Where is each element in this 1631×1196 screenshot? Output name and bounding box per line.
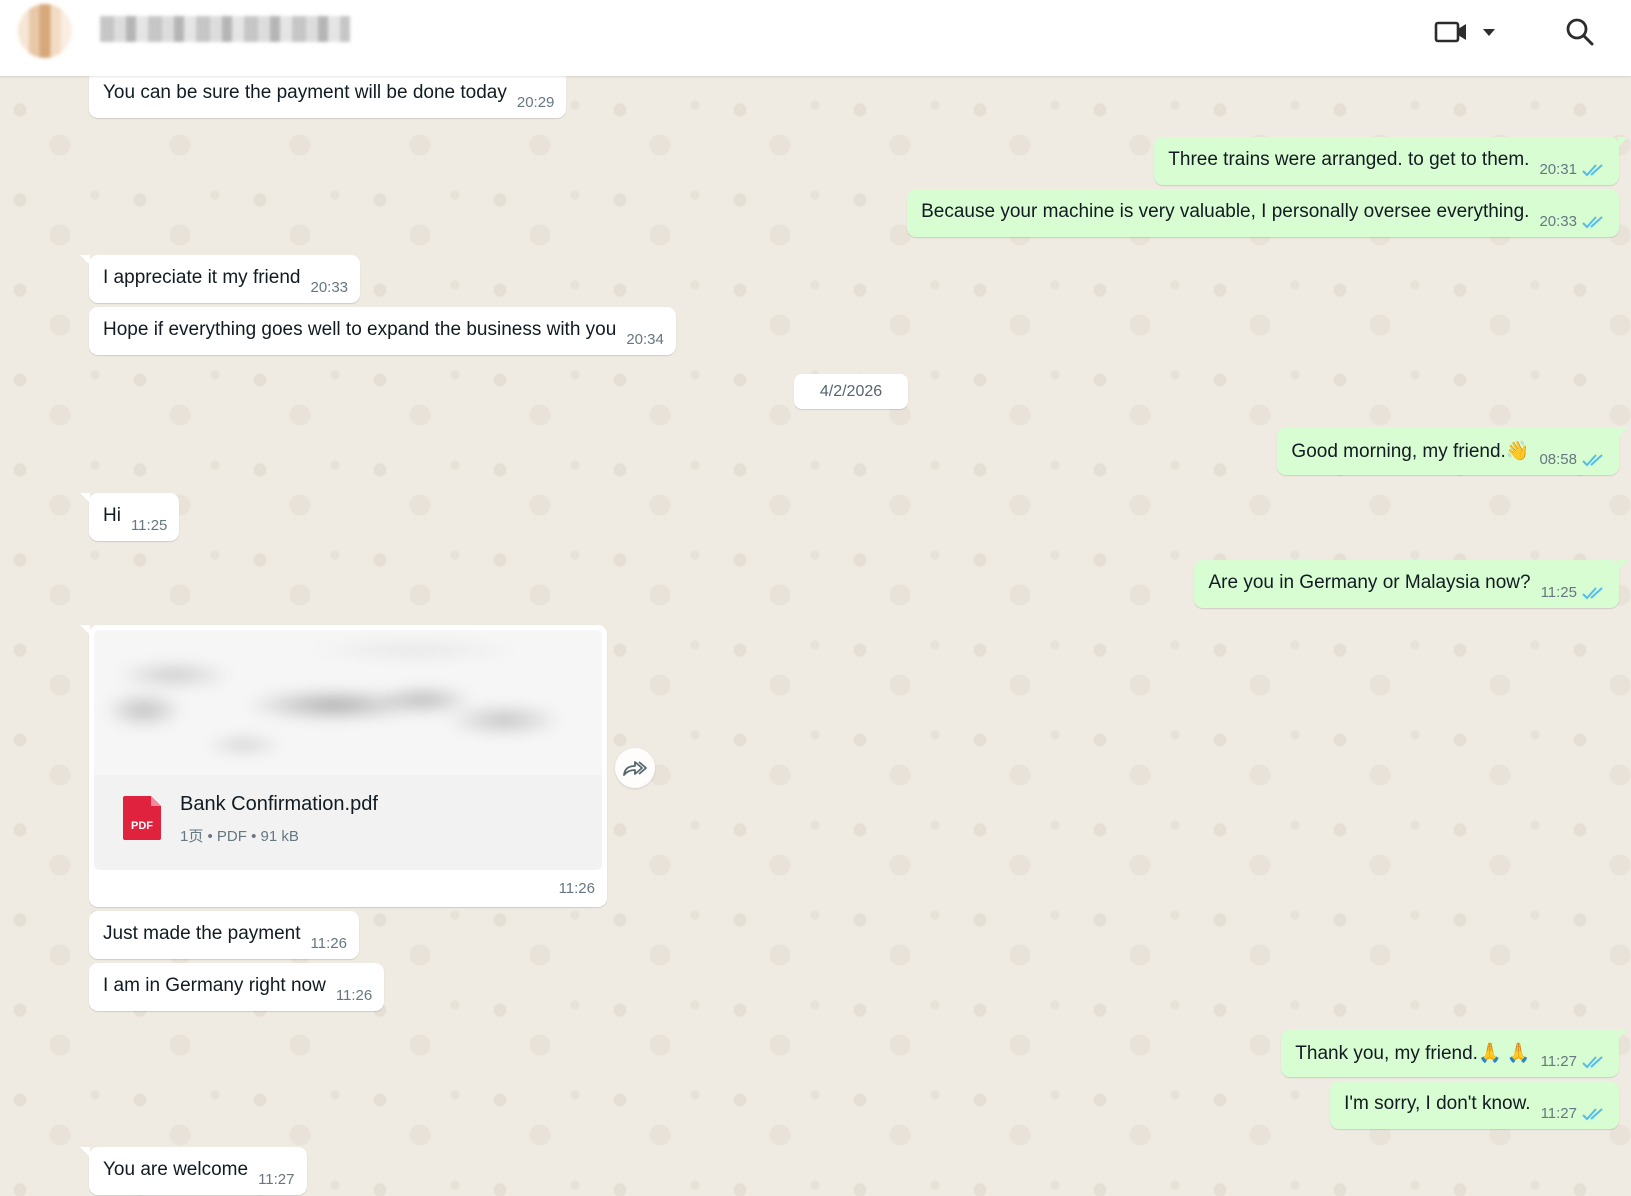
message-text: You can be sure the payment will be done… <box>103 82 507 103</box>
message-bubble-outgoing[interactable]: Thank you, my friend.🙏 🙏 11:27 <box>1281 1029 1628 1077</box>
message-time: 20:29 <box>516 94 555 111</box>
message-bubble-incoming[interactable]: You are welcome 11:27 <box>80 1147 307 1195</box>
message-bubble-incoming[interactable]: I am in Germany right now 11:26 <box>89 963 385 1011</box>
message-text: Good morning, my friend.👋 <box>1291 441 1530 462</box>
message-time: 11:27 <box>1540 1053 1577 1070</box>
message-bubble-incoming[interactable]: Hope if everything goes well to expand t… <box>89 307 676 355</box>
contact-name-redacted[interactable] <box>100 16 350 42</box>
pdf-file-icon: PDF <box>123 796 161 840</box>
document-file-name: Bank Confirmation.pdf <box>180 793 378 815</box>
contact-avatar[interactable] <box>18 4 72 58</box>
message-time: 11:27 <box>1540 1105 1577 1122</box>
chevron-down-icon <box>1483 29 1495 36</box>
message-bubble-incoming[interactable]: I appreciate it my friend 20:33 <box>79 255 361 303</box>
message-text: Because your machine is very valuable, I… <box>921 201 1530 222</box>
search-button[interactable] <box>1560 12 1600 52</box>
message-bubble-outgoing[interactable]: I'm sorry, I don't know. 11:27 <box>1330 1081 1619 1129</box>
double-check-read-icon <box>1582 454 1603 467</box>
chat-header <box>0 0 1631 76</box>
message-bubble-outgoing[interactable]: Because your machine is very valuable, I… <box>907 189 1619 237</box>
message-text: Hope if everything goes well to expand t… <box>103 319 617 340</box>
document-file-row[interactable]: PDF Bank Confirmation.pdf 1页 • PDF • 91 … <box>94 775 602 870</box>
message-text: I appreciate it my friend <box>103 267 301 288</box>
message-bubble-incoming[interactable]: Hi 11:25 <box>79 493 180 541</box>
double-check-read-icon <box>1582 1108 1603 1121</box>
video-call-button[interactable] <box>1430 14 1502 50</box>
message-time: 11:26 <box>310 935 347 952</box>
message-time: 11:26 <box>335 987 373 1004</box>
message-text: Three trains were arranged. to get to th… <box>1168 149 1530 170</box>
date-separator: 4/2/2026 <box>794 374 908 409</box>
message-text: Hi <box>103 505 121 526</box>
forward-button[interactable] <box>615 748 655 788</box>
message-text: I am in Germany right now <box>103 975 326 996</box>
document-message[interactable]: PDF Bank Confirmation.pdf 1页 • PDF • 91 … <box>80 625 607 907</box>
double-check-read-icon <box>1582 216 1603 229</box>
message-time: 20:33 <box>1539 213 1577 230</box>
pdf-icon-label: PDF <box>131 820 153 832</box>
message-text: Just made the payment <box>103 923 301 944</box>
double-check-read-icon <box>1582 164 1603 177</box>
message-bubble-outgoing[interactable]: Good morning, my friend.👋 08:58 <box>1277 427 1628 475</box>
search-icon <box>1566 18 1594 46</box>
message-bubble-outgoing[interactable]: Are you in Germany or Malaysia now? 11:25 <box>1194 560 1628 608</box>
message-text: You are welcome <box>103 1159 249 1180</box>
double-check-read-icon <box>1582 587 1603 600</box>
message-text: Are you in Germany or Malaysia now? <box>1208 572 1531 593</box>
message-time: 08:58 <box>1539 451 1577 468</box>
message-time: 11:25 <box>1540 584 1577 601</box>
double-check-read-icon <box>1582 1056 1603 1069</box>
message-bubble-incoming[interactable]: You can be sure the payment will be done… <box>89 70 567 118</box>
message-time: 11:26 <box>558 880 595 897</box>
message-bubble-incoming[interactable]: Just made the payment 11:26 <box>89 911 359 959</box>
message-time: 20:31 <box>1539 161 1577 178</box>
forward-icon <box>623 761 647 776</box>
message-time: 11:25 <box>130 517 168 534</box>
document-preview-thumbnail[interactable] <box>94 630 602 775</box>
message-time: 11:27 <box>258 1171 295 1188</box>
message-time: 20:34 <box>626 331 664 348</box>
message-text: Thank you, my friend.🙏 🙏 <box>1295 1043 1531 1064</box>
message-time: 20:33 <box>310 279 349 296</box>
document-file-meta: 1页 • PDF • 91 kB <box>180 828 299 845</box>
video-camera-icon <box>1434 21 1466 43</box>
message-text: I'm sorry, I don't know. <box>1344 1093 1531 1114</box>
message-bubble-outgoing[interactable]: Three trains were arranged. to get to th… <box>1154 137 1628 185</box>
